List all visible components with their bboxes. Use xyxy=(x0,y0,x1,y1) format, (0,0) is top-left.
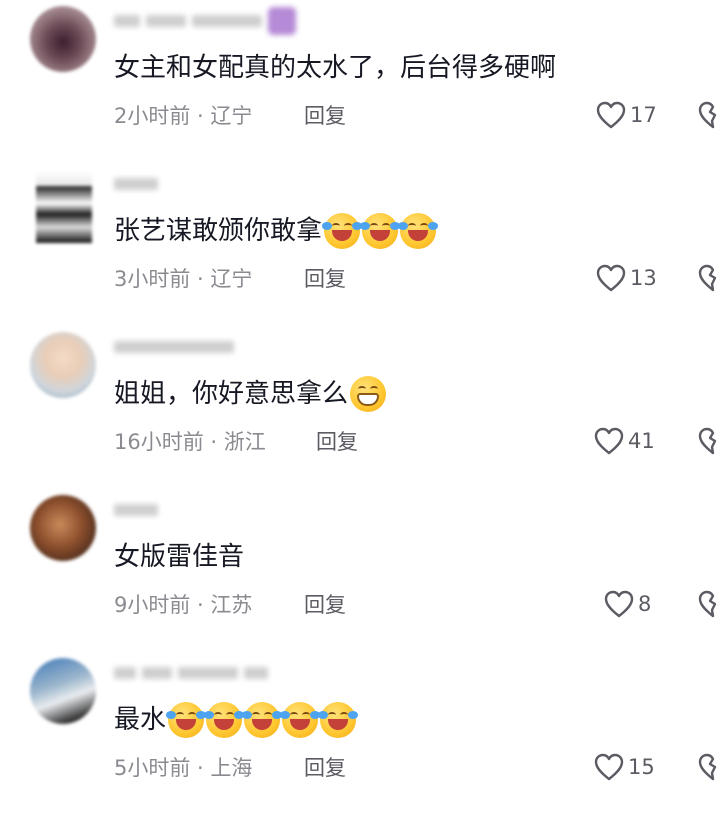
comment-item: 姐姐，你好意思拿么 16小时前 · 浙江 回复 41 xyxy=(0,326,720,489)
broken-heart-outline-icon[interactable] xyxy=(698,426,720,456)
like-count: 17 xyxy=(630,103,657,127)
user-badge xyxy=(268,7,296,35)
reply-button[interactable]: 回复 xyxy=(316,424,358,458)
laugh-cry-emoji xyxy=(322,213,363,249)
like-count: 8 xyxy=(638,592,652,616)
laugh-cry-emoji xyxy=(204,702,245,738)
heart-outline-icon xyxy=(596,264,626,292)
username-blurred[interactable] xyxy=(114,336,234,358)
like-count: 41 xyxy=(628,429,655,453)
laugh-cry-emoji xyxy=(280,702,321,738)
comment-text: 张艺谋敢颁你敢拿 xyxy=(114,211,439,251)
comment-meta: 16小时前 · 浙江 xyxy=(114,430,266,454)
like-button[interactable]: 41 xyxy=(594,424,655,458)
like-button[interactable]: 13 xyxy=(596,261,657,295)
laugh-cry-emoji xyxy=(242,702,283,738)
laugh-cry-emoji xyxy=(166,702,207,738)
broken-heart-outline-icon[interactable] xyxy=(698,752,720,782)
reply-button[interactable]: 回复 xyxy=(304,98,346,132)
comment-text: 女主和女配真的太水了，后台得多硬啊 xyxy=(114,53,557,83)
heart-outline-icon xyxy=(594,753,624,781)
avatar[interactable] xyxy=(30,6,96,72)
username-blurred[interactable] xyxy=(114,499,158,521)
laugh-cry-emoji xyxy=(360,213,401,249)
username-blurred[interactable] xyxy=(114,662,268,684)
comment-item: 女版雷佳音 9小时前 · 江苏 回复 8 xyxy=(0,489,720,652)
reply-button[interactable]: 回复 xyxy=(304,750,346,784)
comment-item: 最水 5小时前 · 上海 回复 15 xyxy=(0,652,720,815)
comment-text: 最水 xyxy=(114,700,359,740)
comment-meta: 2小时前 · 辽宁 xyxy=(114,104,253,128)
avatar[interactable] xyxy=(30,495,96,561)
like-button[interactable]: 17 xyxy=(596,98,657,132)
broken-heart-outline-icon[interactable] xyxy=(698,589,720,619)
grin-emoji xyxy=(350,376,387,412)
comment-text: 女版雷佳音 xyxy=(114,542,245,572)
username-blurred[interactable] xyxy=(114,7,296,35)
heart-outline-icon xyxy=(604,590,634,618)
comment-text: 姐姐，你好意思拿么 xyxy=(114,374,387,414)
avatar[interactable] xyxy=(30,658,96,724)
like-button[interactable]: 8 xyxy=(604,587,651,621)
comment-meta: 5小时前 · 上海 xyxy=(114,756,253,780)
avatar[interactable] xyxy=(36,171,92,243)
broken-heart-outline-icon[interactable] xyxy=(698,263,720,293)
laugh-cry-emoji xyxy=(318,702,359,738)
laugh-cry-emoji xyxy=(398,213,439,249)
reply-button[interactable]: 回复 xyxy=(304,587,346,621)
like-count: 13 xyxy=(630,266,657,290)
broken-heart-outline-icon[interactable] xyxy=(698,100,720,130)
username-blurred[interactable] xyxy=(114,173,158,195)
heart-outline-icon xyxy=(594,427,624,455)
comment-meta: 9小时前 · 江苏 xyxy=(114,593,253,617)
avatar[interactable] xyxy=(30,332,96,398)
heart-outline-icon xyxy=(596,101,626,129)
like-count: 15 xyxy=(628,755,655,779)
like-button[interactable]: 15 xyxy=(594,750,655,784)
comment-item: 张艺谋敢颁你敢拿 3小时前 · 辽宁 回复 13 xyxy=(0,163,720,326)
comment-item: 女主和女配真的太水了，后台得多硬啊 2小时前 · 辽宁 回复 17 xyxy=(0,0,720,163)
comment-meta: 3小时前 · 辽宁 xyxy=(114,267,253,291)
reply-button[interactable]: 回复 xyxy=(304,261,346,295)
